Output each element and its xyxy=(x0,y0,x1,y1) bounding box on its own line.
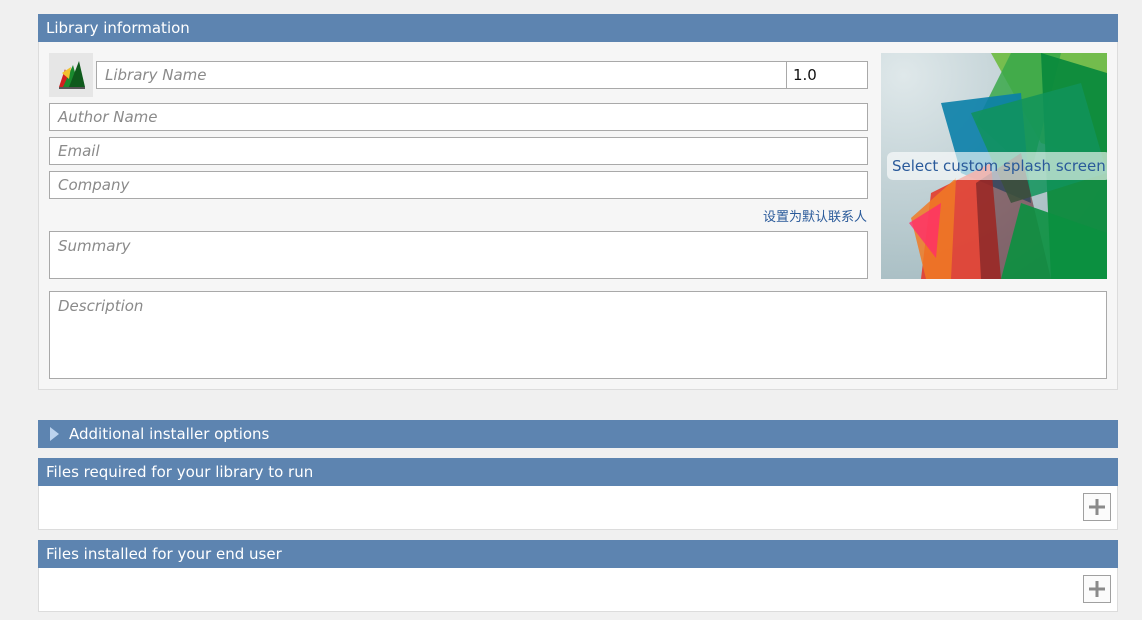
expand-arrow-icon xyxy=(50,426,59,441)
version-input[interactable]: 1.0 xyxy=(786,61,868,89)
email-placeholder: Email xyxy=(58,142,100,160)
plus-icon xyxy=(1089,499,1105,515)
additional-options-title: Additional installer options xyxy=(69,425,270,443)
plus-icon xyxy=(1089,581,1105,597)
files-installed-title: Files installed for your end user xyxy=(46,545,282,563)
library-name-input[interactable]: Library Name xyxy=(96,61,787,89)
description-textarea[interactable]: Description xyxy=(49,291,1107,379)
email-input[interactable]: Email xyxy=(49,137,868,165)
library-info-title: Library information xyxy=(46,19,190,37)
author-name-placeholder: Author Name xyxy=(58,108,158,126)
summary-textarea[interactable]: Summary xyxy=(49,231,868,279)
add-required-file-button[interactable] xyxy=(1083,493,1111,521)
add-installed-file-button[interactable] xyxy=(1083,575,1111,603)
splash-screen-preview[interactable]: Select custom splash screen xyxy=(881,53,1107,279)
description-placeholder: Description xyxy=(58,297,144,315)
library-icon-button[interactable] xyxy=(49,53,93,97)
company-placeholder: Company xyxy=(58,176,130,194)
files-required-title: Files required for your library to run xyxy=(46,463,314,481)
set-default-contact-link[interactable]: 设置为默认联系人 xyxy=(763,206,867,225)
files-required-panel xyxy=(38,486,1118,530)
files-installed-header: Files installed for your end user xyxy=(38,540,1118,568)
author-name-input[interactable]: Author Name xyxy=(49,103,868,131)
library-info-header: Library information xyxy=(38,14,1118,42)
summary-placeholder: Summary xyxy=(58,237,131,255)
additional-options-header[interactable]: Additional installer options xyxy=(38,420,1118,448)
version-value: 1.0 xyxy=(793,66,817,84)
app-icon xyxy=(59,61,85,89)
select-splash-button[interactable]: Select custom splash screen xyxy=(887,152,1107,180)
files-required-header: Files required for your library to run xyxy=(38,458,1118,486)
company-input[interactable]: Company xyxy=(49,171,868,199)
files-installed-panel xyxy=(38,568,1118,612)
library-name-placeholder: Library Name xyxy=(105,66,207,84)
